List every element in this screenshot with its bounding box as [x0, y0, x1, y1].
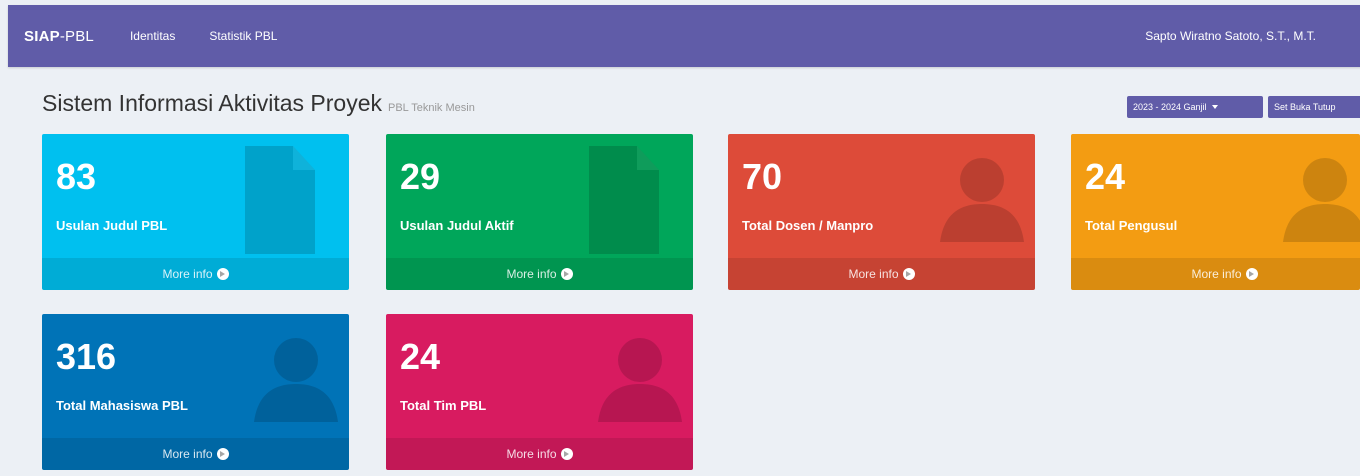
box-label: Usulan Judul Aktif: [400, 218, 514, 233]
box-number: 83: [56, 156, 97, 197]
set-button-label: Set Buka Tutup: [1274, 102, 1336, 112]
set-buka-tutup-button[interactable]: Set Buka Tutup: [1268, 96, 1360, 118]
box-label: Usulan Judul PBL: [56, 218, 168, 233]
stat-box-usulan-aktif: 29 Usulan Judul Aktif More info: [386, 134, 693, 290]
user-icon: [940, 152, 1024, 242]
box-number: 70: [742, 156, 783, 197]
page-title: Sistem Informasi Aktivitas Proyek PBL Tek…: [42, 90, 475, 117]
brand-bold: SIAP: [24, 27, 60, 45]
box-number: 24: [400, 336, 441, 377]
more-info-text: More info: [162, 447, 213, 461]
more-info-link[interactable]: More info: [386, 438, 693, 470]
stat-box-total-tim: 24 Total Tim PBL More info: [386, 314, 693, 470]
top-navbar: SIAP-PBL Identitas Statistik PBL Sapto W…: [8, 5, 1360, 67]
more-info-link[interactable]: More info: [1071, 258, 1360, 290]
page-title-text: Sistem Informasi Aktivitas Proyek: [42, 90, 382, 116]
user-icon: [1283, 152, 1360, 242]
arrow-circle-right-icon: [1245, 268, 1258, 280]
page-subtitle: PBL Teknik Mesin: [388, 102, 475, 114]
box-label: Total Dosen / Manpro: [742, 218, 874, 233]
stat-box-usulan-judul: 83 Usulan Judul PBL More info: [42, 134, 349, 290]
box-label: Total Mahasiswa PBL: [56, 398, 188, 413]
box-number: 316: [56, 336, 117, 377]
caret-down-icon: [1211, 105, 1218, 109]
more-info-text: More info: [506, 447, 557, 461]
document-icon: [589, 146, 659, 254]
arrow-circle-right-icon: [216, 268, 229, 280]
stat-box-total-pengusul: 24 Total Pengusul More info: [1071, 134, 1360, 290]
stat-box-total-dosen: 70 Total Dosen / Manpro More info: [728, 134, 1035, 290]
arrow-circle-right-icon: [216, 448, 229, 460]
more-info-link[interactable]: More info: [42, 438, 349, 470]
more-info-link[interactable]: More info: [386, 258, 693, 290]
nav-identitas[interactable]: Identitas: [130, 29, 175, 43]
brand-logo[interactable]: SIAP-PBL: [24, 28, 94, 45]
period-label: 2023 - 2024 Ganjil: [1133, 102, 1207, 112]
stat-box-total-mahasiswa: 316 Total Mahasiswa PBL More info: [42, 314, 349, 470]
box-number: 24: [1085, 156, 1126, 197]
more-info-text: More info: [1191, 267, 1242, 281]
more-info-text: More info: [848, 267, 899, 281]
period-dropdown-button[interactable]: 2023 - 2024 Ganjil: [1127, 96, 1263, 118]
user-icon: [254, 332, 338, 422]
more-info-link[interactable]: More info: [728, 258, 1035, 290]
user-menu[interactable]: Sapto Wiratno Satoto, S.T., M.T.: [1145, 29, 1316, 43]
document-icon: [245, 146, 315, 254]
arrow-circle-right-icon: [560, 268, 573, 280]
box-number: 29: [400, 156, 441, 197]
brand-rest: -PBL: [59, 27, 94, 45]
user-icon: [598, 332, 682, 422]
nav-statistik-pbl[interactable]: Statistik PBL: [209, 29, 277, 43]
box-label: Total Tim PBL: [400, 398, 487, 413]
box-label: Total Pengusul: [1085, 218, 1178, 233]
arrow-circle-right-icon: [902, 268, 915, 280]
arrow-circle-right-icon: [560, 448, 573, 460]
more-info-text: More info: [162, 267, 213, 281]
more-info-link[interactable]: More info: [42, 258, 349, 290]
more-info-text: More info: [506, 267, 557, 281]
